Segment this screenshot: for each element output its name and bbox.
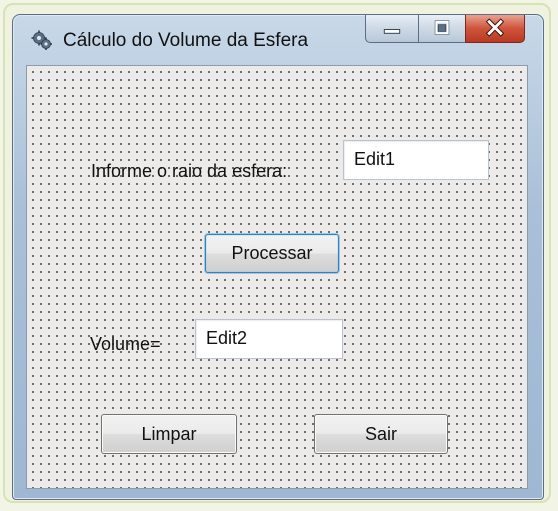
application-window: Cálculo do Volume da Esfera Informe o ra… <box>12 14 544 500</box>
volume-label: Volume= <box>90 334 161 354</box>
gear-app-icon[interactable] <box>31 29 53 51</box>
minimize-button[interactable] <box>365 15 419 43</box>
form-client-area: Informe o raio da esfera: Edit1 Processa… <box>26 65 528 489</box>
clear-button[interactable]: Limpar <box>101 414 237 454</box>
process-button[interactable]: Processar <box>205 234 339 273</box>
radius-label: Informe o raio da esfera: <box>91 161 288 181</box>
close-button[interactable] <box>465 15 525 43</box>
window-title: Cálculo do Volume da Esfera <box>63 30 309 51</box>
exit-button[interactable]: Sair <box>314 414 448 454</box>
caption-buttons <box>365 15 527 45</box>
maximize-icon <box>434 20 450 35</box>
minimize-icon <box>383 28 401 34</box>
radius-input[interactable]: Edit1 <box>343 140 489 180</box>
maximize-button[interactable] <box>418 15 466 43</box>
volume-input[interactable]: Edit2 <box>195 319 343 359</box>
title-bar[interactable]: Cálculo do Volume da Esfera <box>13 15 543 65</box>
close-icon <box>485 18 505 37</box>
